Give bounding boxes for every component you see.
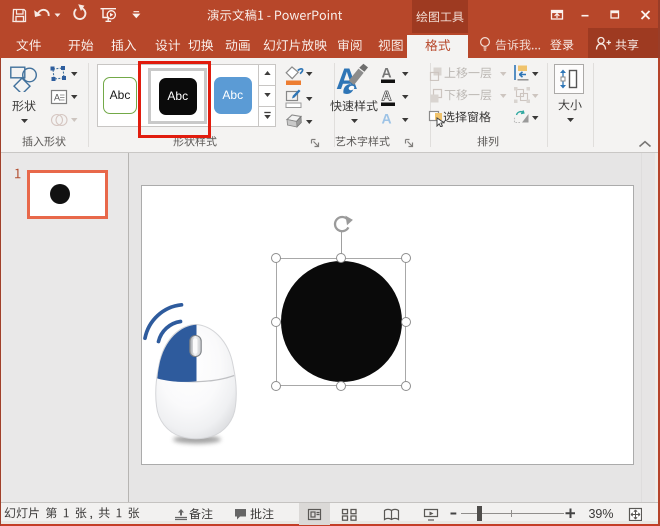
svg-text:A: A <box>54 93 60 103</box>
svg-text:A: A <box>382 111 392 127</box>
svg-text:A: A <box>382 88 392 104</box>
svg-text:A: A <box>382 65 392 81</box>
